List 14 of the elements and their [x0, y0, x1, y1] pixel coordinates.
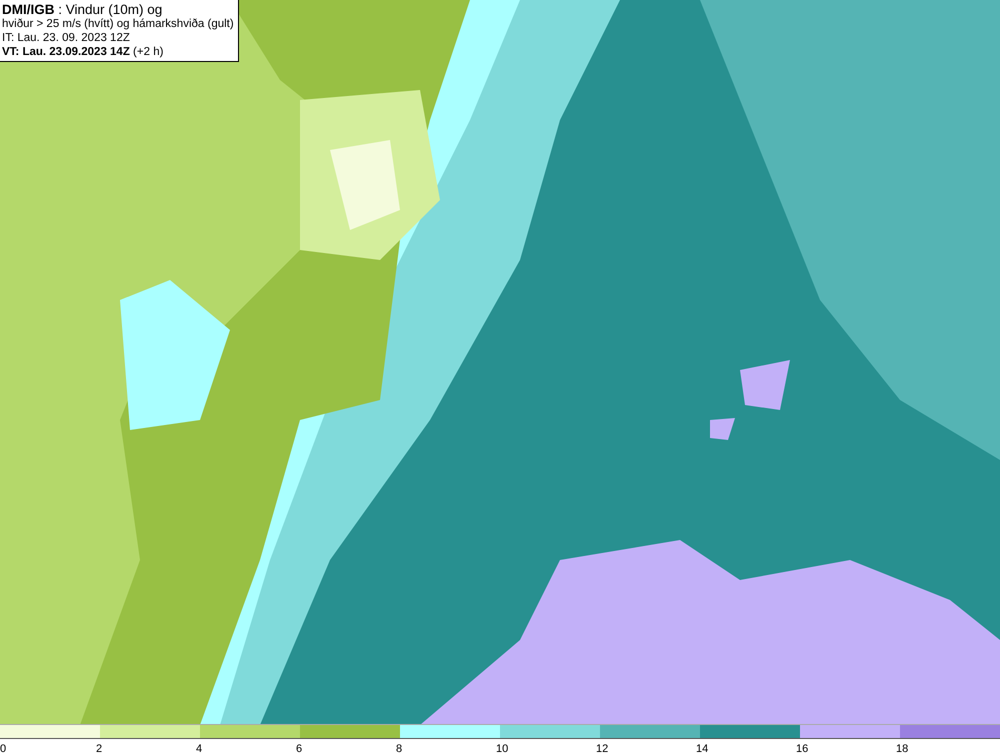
legend-label: 8	[396, 743, 402, 753]
legend-label: 12	[596, 743, 608, 753]
legend-label: 2	[96, 743, 102, 753]
legend-label: 16	[796, 743, 808, 753]
legend-label: 10	[496, 743, 508, 753]
legend-label: 6	[296, 743, 302, 753]
info-text: DMI/IGB : Vindur (10m) og	[2, 2, 164, 17]
legend-label: 0	[0, 743, 6, 753]
legend-label: 14	[696, 743, 708, 753]
legend-label: 4	[196, 743, 202, 753]
info-text: VT: Lau. 23.09.2023 14Z (+2 h)	[2, 45, 164, 59]
info-text: hviður > 25 m/s (hvítt) og hámarkshviða (gult)	[2, 17, 234, 31]
info-text: IT: Lau. 23. 09. 2023 12Z	[2, 31, 131, 45]
legend-label: 18	[896, 743, 908, 753]
